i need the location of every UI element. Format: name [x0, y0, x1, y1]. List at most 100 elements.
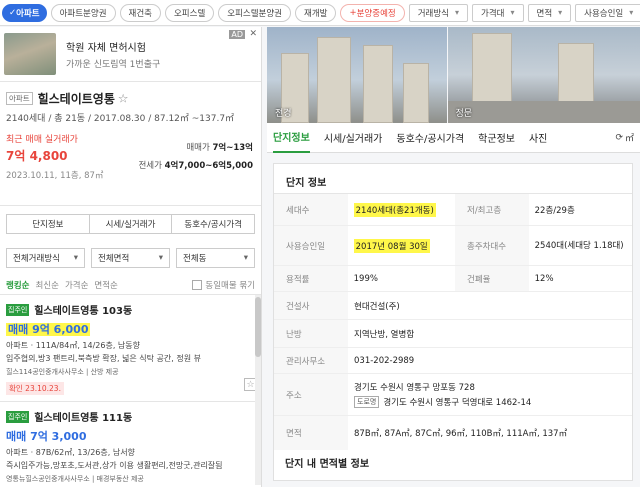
listing-filter-row: 전체거래방식 전체면적 전체동: [6, 248, 255, 268]
filter-presale-chip[interactable]: 아파트분양권: [50, 3, 116, 22]
info-value: 199%: [353, 273, 378, 284]
complex-info-button[interactable]: 단지정보: [6, 214, 90, 234]
close-icon[interactable]: ✕: [249, 29, 257, 39]
info-value: 현대건설(주): [354, 301, 400, 312]
filter-reconstruction-chip[interactable]: 재건축: [119, 3, 161, 22]
group-listings-toggle[interactable]: 동일매물 묶기: [192, 279, 255, 291]
sort-latest[interactable]: 최신순: [35, 279, 58, 291]
tab-unit-price[interactable]: 동호수/공시가격: [396, 123, 464, 153]
ad-title: 학원 자체 면허시험: [66, 42, 146, 54]
info-row: 주소 경기도 수원시 영통구 망포동 728 도로명 경기도 수원시 영통구 덕…: [274, 374, 632, 416]
left-panel: 학원 자체 면허시험 가까운 신도림역 1번출구 AD ✕ 아파트 힐스테이트영…: [0, 27, 262, 487]
info-label: 주소: [274, 374, 348, 415]
price-history-button[interactable]: 시세/실거래가: [89, 214, 173, 234]
complex-button-row: 단지정보 시세/실거래가 동호수/공시가격: [6, 214, 256, 234]
sort-price[interactable]: 가격순: [65, 279, 88, 291]
info-label: 세대수: [274, 194, 348, 225]
info-label: 건폐율: [455, 266, 529, 291]
tab-photos[interactable]: 사진: [529, 123, 547, 153]
approval-date-dropdown[interactable]: 사용승인일: [575, 3, 640, 22]
detail-tabs: 단지정보 시세/실거래가 동호수/공시가격 학군정보 사진 ⟳ ㎡: [267, 123, 640, 153]
exterior-photo[interactable]: 전경: [267, 27, 447, 123]
info-value: 12%: [534, 273, 554, 284]
info-row: 사용승인일 2017년 08월 30일 총주차대수 2540대(세대당 1.18…: [274, 226, 632, 266]
ad-badge: AD: [229, 30, 245, 39]
confirm-date-badge: 확인 23.10.23.: [6, 382, 64, 395]
unit-price-button[interactable]: 동호수/공시가격: [172, 214, 256, 234]
info-label: 용적률: [274, 266, 348, 291]
area-select[interactable]: 전체면적: [91, 248, 170, 268]
building-select[interactable]: 전체동: [176, 248, 255, 268]
check-icon: ✓: [9, 7, 17, 18]
listing-info: 아파트 · 87B/62㎡, 13/26층, 남서향: [6, 448, 135, 457]
info-label: 관리사무소: [274, 348, 348, 373]
area-section-title: 단지 내 면적별 정보: [285, 459, 370, 470]
filter-redevelopment-chip[interactable]: 재개발: [295, 3, 337, 22]
sort-area[interactable]: 면적순: [94, 279, 117, 291]
listing-price: 매매 7억 3,000: [6, 430, 87, 443]
info-label: 면적: [274, 416, 348, 450]
ad-image: [4, 33, 56, 75]
listing-item[interactable]: 집주인 힐스테이트영통 103동 매매 9억 6,000 아파트 · 111A/…: [0, 294, 261, 401]
lease-price-label: 전세가: [138, 161, 162, 171]
list-scrollbar-thumb[interactable]: [255, 297, 261, 357]
property-type-tag: 아파트: [6, 92, 33, 105]
sale-price-label: 매매가: [186, 143, 210, 153]
filter-officetel-chip[interactable]: 오피스텔: [164, 3, 215, 22]
tab-price-history[interactable]: 시세/실거래가: [324, 123, 383, 153]
info-value: 22층/29층: [534, 205, 575, 216]
sale-price-value: 7억~13억: [212, 143, 253, 153]
star-icon[interactable]: ☆: [118, 92, 129, 106]
building-shape: [317, 37, 351, 123]
info-value: 031-202-2989: [354, 355, 415, 366]
ad-subtitle: 가까운 신도림역 1번출구: [66, 59, 161, 70]
listing-agency: 힐스114공인중개사사무소 | 산방 제공: [6, 368, 119, 376]
photo-label: 전경: [275, 109, 292, 119]
info-value: 경기도 수원시 영통구 망포동 728 도로명 경기도 수원시 영통구 덕영대로…: [348, 374, 632, 415]
complex-info: 2140세대 / 총 21동 / 2017.08.30 / 87.12㎡ ~13…: [6, 114, 235, 124]
filter-apartment-chip[interactable]: ✓ 아파트: [2, 3, 47, 22]
deal-type-dropdown[interactable]: 거래방식: [408, 3, 469, 22]
card-title: 단지 정보: [274, 164, 632, 194]
tab-school[interactable]: 학군정보: [478, 123, 515, 153]
plus-icon: +: [349, 7, 357, 18]
photo-label: 정문: [455, 109, 473, 119]
info-label: 저/최고층: [455, 194, 529, 225]
info-value: 2017년 08월 30일: [348, 226, 455, 265]
area-unit-toggle[interactable]: ⟳ ㎡: [615, 131, 634, 145]
listing-item[interactable]: 집주인 힐스테이트영통 111동 매매 7억 3,000 아파트 · 87B/6…: [0, 401, 261, 487]
listing-info: 아파트 · 111A/84㎡, 14/26층, 남동향: [6, 341, 140, 350]
info-value: 2140세대(총21개동): [348, 194, 455, 225]
checkbox[interactable]: [192, 280, 203, 290]
refresh-icon: ⟳: [615, 132, 623, 143]
address-road: 경기도 수원시 영통구 덕영대로 1462-14: [383, 398, 532, 408]
listing-description: 즉시입주가능,망포초,도서관,상가 이용 생활편리,전망굿,관리잘됨: [6, 461, 223, 470]
listing-price: 매매 9억 6,000: [6, 323, 91, 336]
filter-upcoming-presale-chip[interactable]: + 분양중예정: [340, 3, 405, 22]
ad-banner[interactable]: 학원 자체 면허시험 가까운 신도림역 1번출구 AD ✕: [0, 27, 261, 82]
area-dropdown[interactable]: 면적: [527, 3, 572, 22]
info-row: 세대수 2140세대(총21개동) 저/최고층 22층/29층: [274, 194, 632, 226]
info-value: 87B㎡, 87A㎡, 87C㎡, 96㎡, 110B㎡, 111A㎡, 137…: [354, 429, 568, 439]
sort-row: 랭킹순 최신순 가격순 면적순 동일매물 묶기: [6, 276, 255, 294]
deal-type-select[interactable]: 전체거래방식: [6, 248, 85, 268]
gate-photo[interactable]: 정문: [447, 27, 640, 123]
owner-badge: 집주인: [6, 410, 30, 423]
info-label: 난방: [274, 320, 348, 347]
price-range-dropdown[interactable]: 가격대: [472, 3, 524, 22]
sort-ranking[interactable]: 랭킹순: [6, 279, 29, 291]
info-value: 지역난방, 열병합: [354, 329, 415, 340]
price-range: 매매가 7억~13억 전세가 4억7,000~6억5,000: [138, 139, 253, 175]
info-value: 2540대(세대당 1.18대): [534, 240, 624, 251]
photo-strip: 전경 정문: [267, 27, 640, 123]
listing-title: 힐스테이트영통 103동: [34, 306, 133, 317]
tab-complex-info[interactable]: 단지정보: [273, 123, 310, 153]
listing-title: 힐스테이트영통 111동: [34, 413, 133, 424]
building-shape: [363, 45, 393, 123]
info-label: 사용승인일: [274, 226, 348, 265]
listing-agency: 영통뉴힐스공인중개사사무소 | 매경부동산 제공: [6, 475, 144, 483]
complex-info-card: 단지 정보 세대수 2140세대(총21개동) 저/최고층 22층/29층 사용…: [273, 163, 633, 481]
filter-officetel-presale-chip[interactable]: 오피스텔분양권: [218, 3, 292, 22]
info-label: 건설사: [274, 292, 348, 319]
complex-name: 힐스테이트영통: [37, 92, 115, 106]
